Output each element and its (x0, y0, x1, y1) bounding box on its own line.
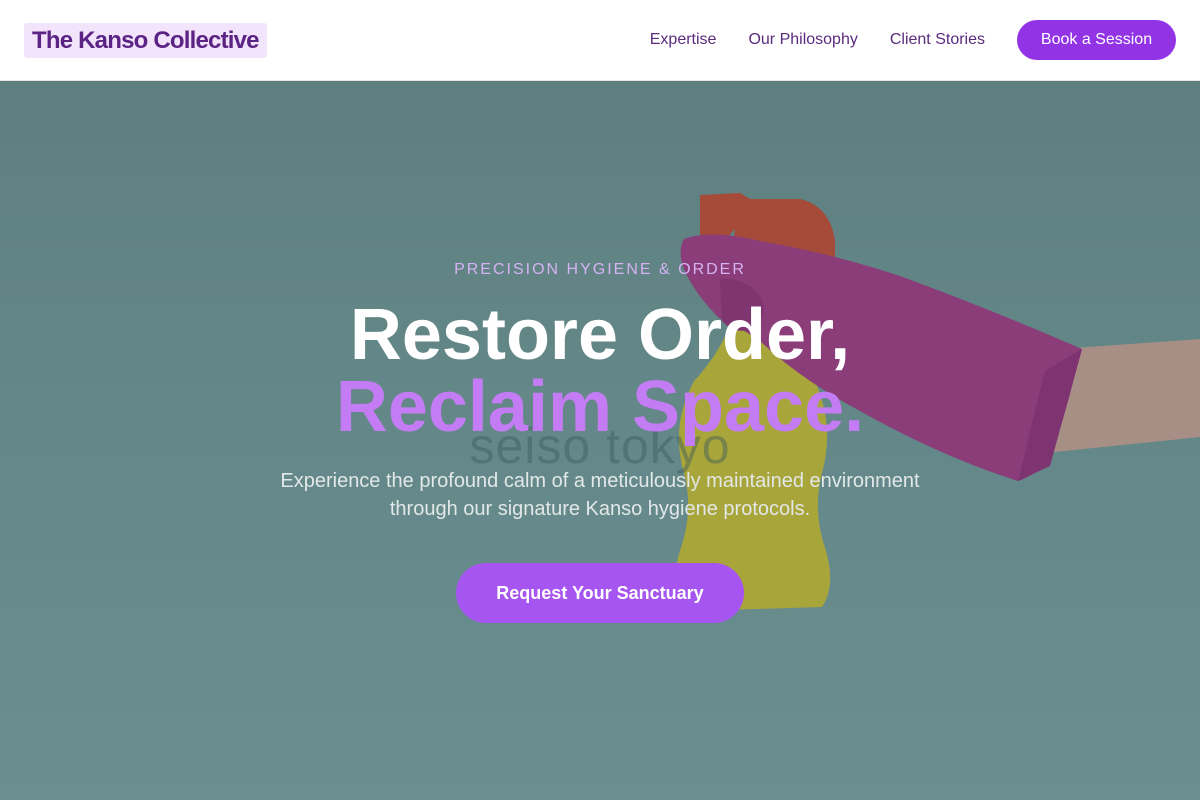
site-header: The Kanso Collective Expertise Our Philo… (0, 0, 1200, 81)
brand-logo[interactable]: The Kanso Collective (24, 22, 267, 58)
hero-eyebrow: PRECISION HYGIENE & ORDER (454, 261, 746, 278)
hero-section: seiso tokyo PRECISION HYGIENE & ORDER Re… (0, 81, 1200, 800)
hero-headline-line2: Reclaim Space. (335, 367, 865, 447)
nav-link-client-stories[interactable]: Client Stories (890, 31, 985, 49)
request-sanctuary-button[interactable]: Request Your Sanctuary (456, 563, 744, 623)
book-session-button[interactable]: Book a Session (1017, 20, 1176, 60)
hero-subtitle: Experience the profound calm of a meticu… (280, 470, 920, 520)
nav-link-expertise[interactable]: Expertise (650, 31, 717, 49)
nav-link-philosophy[interactable]: Our Philosophy (748, 31, 857, 49)
hero-headline-line1: Restore Order, (349, 295, 851, 375)
main-nav: Expertise Our Philosophy Client Stories … (650, 20, 1176, 60)
